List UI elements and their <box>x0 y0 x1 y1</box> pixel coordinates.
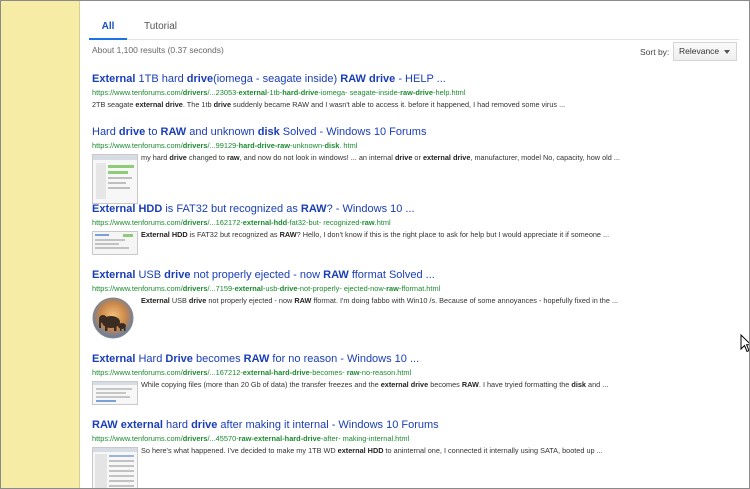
sort-label: Sort by: <box>640 47 670 57</box>
result-title-link[interactable]: External Hard Drive becomes RAW for no r… <box>92 353 742 366</box>
result-body: 2TB seagate external drive. The 1tb driv… <box>92 100 742 110</box>
result-snippet: External USB drive not properly ejected … <box>141 296 619 305</box>
result-title-link[interactable]: External 1TB hard drive(iomega - seagate… <box>92 73 742 86</box>
result-thumbnail[interactable] <box>92 231 138 255</box>
left-sidebar-strip <box>1 1 80 488</box>
result-thumbnail[interactable] <box>92 447 138 488</box>
result-title-link[interactable]: RAW external hard drive after making it … <box>92 419 742 432</box>
result-snippet: External HDD is FAT32 but recognized as … <box>141 230 610 239</box>
mouse-cursor-icon <box>740 334 749 353</box>
search-result: External USB drive not properly ejected … <box>92 269 742 339</box>
result-stats: About 1,100 results (0.37 seconds) <box>92 45 224 55</box>
search-result: External Hard Drive becomes RAW for no r… <box>92 353 742 405</box>
result-snippet: So here's what happened. I've decided to… <box>141 446 603 455</box>
tab-tutorial[interactable]: Tutorial <box>144 21 177 32</box>
result-url[interactable]: https://www.tenforums.com/drivers/...230… <box>92 88 742 98</box>
result-snippet: my hard drive changed to raw, and now do… <box>141 153 620 162</box>
search-result: External 1TB hard drive(iomega - seagate… <box>92 73 742 110</box>
result-title-link[interactable]: External USB drive not properly ejected … <box>92 269 742 282</box>
result-snippet: While copying files (more than 20 Gb of … <box>141 380 609 389</box>
result-snippet: 2TB seagate external drive. The 1tb driv… <box>92 100 566 109</box>
result-body: my hard drive changed to raw, and now do… <box>92 153 742 204</box>
search-result: RAW external hard drive after making it … <box>92 419 742 488</box>
result-body: External USB drive not properly ejected … <box>92 296 742 339</box>
result-body: External HDD is FAT32 but recognized as … <box>92 230 742 255</box>
result-url[interactable]: https://www.tenforums.com/drivers/...167… <box>92 368 742 378</box>
chevron-down-icon <box>724 50 730 54</box>
result-body: So here's what happened. I've decided to… <box>92 446 742 488</box>
result-thumbnail[interactable] <box>92 154 138 204</box>
result-url[interactable]: https://www.tenforums.com/drivers/...715… <box>92 284 742 294</box>
result-url[interactable]: https://www.tenforums.com/drivers/...991… <box>92 141 742 151</box>
sort-dropdown[interactable]: Relevance <box>673 42 737 61</box>
sort-value: Relevance <box>679 46 720 56</box>
search-result: External HDD is FAT32 but recognized as … <box>92 203 742 255</box>
result-url[interactable]: https://www.tenforums.com/drivers/...455… <box>92 434 742 444</box>
result-thumbnail[interactable] <box>92 297 134 339</box>
browser-viewport: All Tutorial About 1,100 results (0.37 s… <box>0 0 750 489</box>
result-title-link[interactable]: External HDD is FAT32 but recognized as … <box>92 203 742 216</box>
tab-all[interactable]: All <box>89 21 127 40</box>
result-body: While copying files (more than 20 Gb of … <box>92 380 742 405</box>
search-result: Hard drive to RAW and unknown disk Solve… <box>92 126 742 204</box>
result-title-link[interactable]: Hard drive to RAW and unknown disk Solve… <box>92 126 742 139</box>
result-url[interactable]: https://www.tenforums.com/drivers/...162… <box>92 218 742 228</box>
result-thumbnail[interactable] <box>92 381 138 405</box>
search-tabs: All Tutorial <box>89 11 739 40</box>
